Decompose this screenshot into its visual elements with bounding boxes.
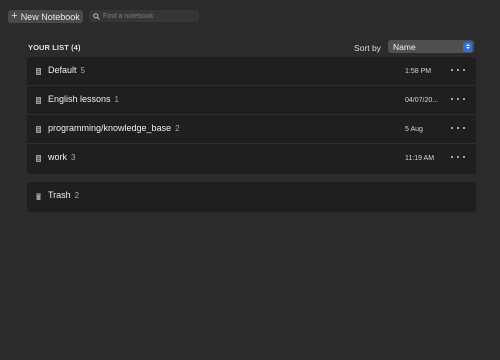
- notebook-row[interactable]: English lessons 1 04/07/20...: [27, 86, 476, 115]
- more-options-icon[interactable]: [451, 65, 465, 75]
- trash-row[interactable]: Trash 2: [27, 182, 476, 211]
- notebooks-window: + New Notebook YOUR LIST (4) Sort by Nam…: [0, 0, 500, 360]
- more-options-icon[interactable]: [451, 152, 465, 162]
- sort-select[interactable]: Name: [388, 40, 474, 53]
- search-box[interactable]: [89, 10, 199, 22]
- notebook-name: Default 5: [48, 65, 85, 75]
- toolbar: + New Notebook: [0, 0, 500, 30]
- sort-value: Name: [393, 41, 416, 52]
- plus-icon: +: [11, 10, 18, 22]
- notebook-name: programming/knowledge_base 2: [48, 123, 180, 133]
- list-title: YOUR LIST (4): [28, 43, 81, 52]
- search-input[interactable]: [100, 10, 198, 22]
- new-notebook-button[interactable]: + New Notebook: [8, 10, 83, 23]
- notebook-icon: [36, 97, 41, 104]
- search-icon: [93, 12, 100, 20]
- notebook-list: Default 5 1:58 PM English lessons 1 04/07/…: [27, 57, 476, 174]
- notebook-name: English lessons 1: [48, 94, 119, 104]
- notebook-row[interactable]: programming/knowledge_base 2 5 Aug: [27, 115, 476, 144]
- more-options-icon[interactable]: [451, 94, 465, 104]
- notebook-time: 5 Aug: [405, 126, 423, 133]
- notebook-count: 2: [175, 124, 180, 133]
- trash-icon: [36, 193, 41, 200]
- sort-label: Sort by: [354, 43, 381, 53]
- trash-count: 2: [74, 191, 80, 200]
- trash-name: Trash 2: [48, 190, 80, 200]
- notebook-icon: [36, 155, 41, 162]
- notebook-row[interactable]: Default 5 1:58 PM: [27, 57, 476, 86]
- notebook-icon: [36, 126, 41, 133]
- notebook-time: 04/07/20...: [405, 97, 439, 104]
- trash-panel: Trash 2: [27, 182, 476, 212]
- notebook-count: 3: [71, 153, 76, 162]
- notebook-time: 1:58 PM: [405, 68, 432, 75]
- notebook-count: 1: [114, 95, 119, 104]
- notebook-name: work 3: [48, 152, 76, 162]
- notebook-time: 11:19 AM: [405, 155, 435, 162]
- notebook-row[interactable]: work 3 11:19 AM: [27, 144, 476, 173]
- notebook-icon: [36, 68, 41, 75]
- chevron-up-down-icon: [463, 41, 472, 52]
- new-notebook-label: New Notebook: [20, 11, 80, 22]
- notebook-count: 5: [80, 66, 85, 75]
- more-options-icon[interactable]: [451, 123, 465, 133]
